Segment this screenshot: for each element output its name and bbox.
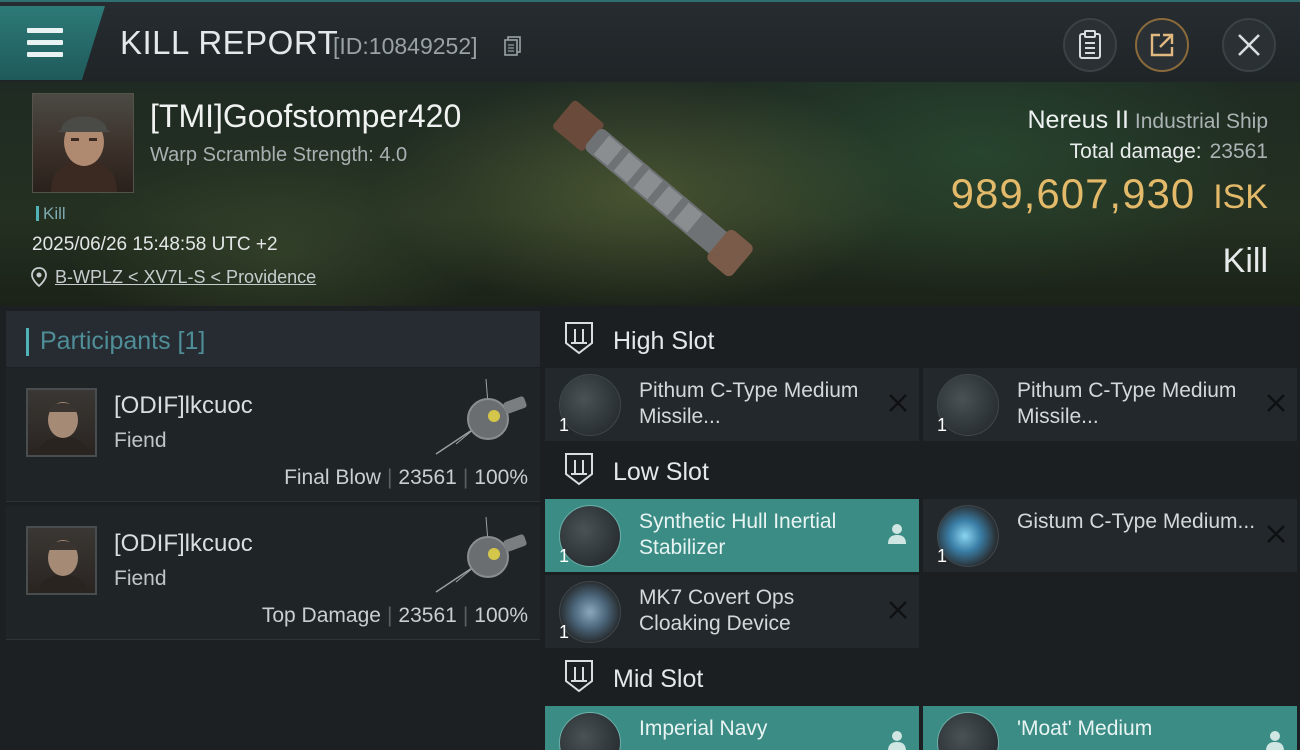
participant-ship: Fiend (114, 429, 167, 452)
ship-image[interactable] (525, 90, 785, 290)
divider: | (386, 604, 393, 627)
isk-row: 989,607,930 ISK (951, 170, 1268, 218)
attacker-avatar-image (38, 540, 88, 593)
module-quantity: 1 (937, 415, 948, 435)
close-button[interactable] (1222, 18, 1276, 72)
close-icon (1238, 34, 1260, 56)
module-mid-1[interactable]: 1 Imperial Navy (545, 706, 919, 750)
participants-header: Participants [1] (6, 311, 540, 367)
participant-card[interactable]: [ODIF]lkcuoc Fiend Final Blow | 23561 | 100% (6, 368, 540, 502)
total-damage-label: Total damage: (1069, 140, 1202, 163)
participant-damage: 23561 (398, 604, 457, 627)
module-quantity: 1 (937, 546, 948, 566)
participant-ship-image (435, 516, 527, 593)
participant-ship-image (435, 378, 527, 455)
victim-banner: [TMI]Goofstomper420 Warp Scramble Streng… (0, 82, 1300, 306)
participant-damage: 23561 (398, 466, 457, 489)
module-quantity: 1 (559, 622, 570, 642)
low-slot-header: Low Slot (545, 442, 1300, 502)
module-quantity: 1 (559, 415, 570, 435)
participant-percent: 100% (474, 604, 528, 627)
fitting-panel: High Slot 1 Pithum C-Type Medium Missile… (540, 306, 1300, 750)
destroyed-icon (1267, 394, 1285, 412)
kill-location-link[interactable]: B-WPLZ < XV7L-S < Providence (55, 267, 316, 288)
participant-stats: Top Damage | 23561 | 100% (262, 604, 528, 628)
module-name: MK7 Covert Ops Cloaking Device (639, 586, 795, 635)
destroyed-icon (889, 394, 907, 412)
module-low-2[interactable]: 1 Gistum C-Type Medium... (923, 499, 1297, 572)
module-name: Pithum C-Type Medium Missile... (639, 379, 859, 428)
high-slot-icon (565, 322, 593, 355)
module-mid-2[interactable]: 1 'Moat' Medium (923, 706, 1297, 750)
isk-unit: ISK (1213, 178, 1268, 216)
mid-slot-title: Mid Slot (613, 665, 704, 693)
report-id: [ID:10849252] (333, 33, 478, 59)
participant-stats: Final Blow | 23561 | 100% (284, 466, 528, 490)
participant-avatar[interactable] (26, 526, 97, 595)
kill-tag: Kill (36, 204, 66, 224)
participants-label: Participants [1] (40, 327, 206, 355)
module-name: Imperial Navy (639, 717, 768, 740)
module-high-1[interactable]: 1 Pithum C-Type Medium Missile... (545, 368, 919, 441)
module-name: Gistum C-Type Medium... (1017, 510, 1256, 533)
warp-scramble-strength: Warp Scramble Strength: 4.0 (150, 144, 408, 166)
attacker-avatar-image (38, 402, 88, 455)
total-damage-value: 23561 (1209, 140, 1268, 163)
high-slot-header: High Slot (545, 311, 1300, 371)
ship-class: Industrial Ship (1134, 110, 1268, 133)
module-name: Pithum C-Type Medium Missile... (1017, 379, 1237, 428)
dropped-person-icon (888, 524, 906, 544)
high-slot-title: High Slot (613, 327, 715, 355)
total-damage-line: Total damage: 23561 (1070, 140, 1268, 164)
low-slot-title: Low Slot (613, 458, 709, 486)
pilot-avatar-image (51, 116, 117, 192)
participant-avatar[interactable] (26, 388, 97, 457)
participant-name[interactable]: [ODIF]lkcuoc (114, 392, 253, 420)
participant-card[interactable]: [ODIF]lkcuoc Fiend Top Damage | 23561 | 100% (6, 506, 540, 640)
module-high-2[interactable]: 1 Pithum C-Type Medium Missile... (923, 368, 1297, 441)
result-label: Kill (1222, 242, 1268, 280)
module-low-3[interactable]: 1 MK7 Covert Ops Cloaking Device (545, 575, 919, 648)
page-title: KILL REPORT (120, 24, 339, 61)
share-button[interactable] (1135, 18, 1189, 72)
dropped-person-icon (888, 731, 906, 750)
participant-role: Final Blow (284, 466, 381, 489)
module-quantity: 1 (559, 546, 570, 566)
divider: | (462, 466, 469, 489)
kill-report-window: KILL REPORT [ID:10849252] [TMI]Goofstomp… (0, 0, 1300, 750)
participant-name[interactable]: [ODIF]lkcuoc (114, 530, 253, 558)
participant-role: Top Damage (261, 604, 381, 627)
clipboard-button[interactable] (1063, 18, 1117, 72)
menu-button[interactable] (0, 6, 105, 80)
mid-slot-icon (565, 660, 593, 693)
isk-value: 989,607,930 (950, 170, 1196, 217)
header-accent (26, 328, 29, 356)
module-low-1[interactable]: 1 Synthetic Hull Inertial Stabilizer (545, 499, 919, 572)
module-name: 'Moat' Medium (1017, 717, 1153, 740)
dropped-person-icon (1266, 731, 1284, 750)
low-slot-icon (565, 453, 593, 486)
module-name: Synthetic Hull Inertial Stabilizer (639, 510, 837, 559)
mid-slot-header: Mid Slot (545, 649, 1300, 709)
location-pin-icon (31, 267, 47, 287)
divider: | (386, 466, 393, 489)
participants-panel: Participants [1] [ODIF]lkcuoc Fiend Fina… (0, 306, 540, 750)
ship-name-line: Nereus II Industrial Ship (1027, 106, 1268, 135)
destroyed-icon (889, 601, 907, 619)
victim-name[interactable]: [TMI]Goofstomper420 (150, 98, 461, 135)
navy-module-icon (559, 712, 621, 750)
victim-portrait[interactable] (32, 93, 134, 193)
clipboard-icon (1079, 30, 1101, 59)
destroyed-icon (1267, 525, 1285, 543)
share-icon (1150, 33, 1174, 57)
kill-datetime: 2025/06/26 15:48:58 UTC +2 (32, 234, 278, 255)
title-bar: KILL REPORT [ID:10849252] (0, 0, 1300, 82)
divider: | (462, 604, 469, 627)
participant-ship: Fiend (114, 567, 167, 590)
participant-percent: 100% (474, 466, 528, 489)
ship-name[interactable]: Nereus II (1027, 106, 1128, 134)
moat-module-icon (937, 712, 999, 750)
hamburger-icon (27, 28, 63, 64)
copy-icon[interactable] (504, 36, 521, 56)
